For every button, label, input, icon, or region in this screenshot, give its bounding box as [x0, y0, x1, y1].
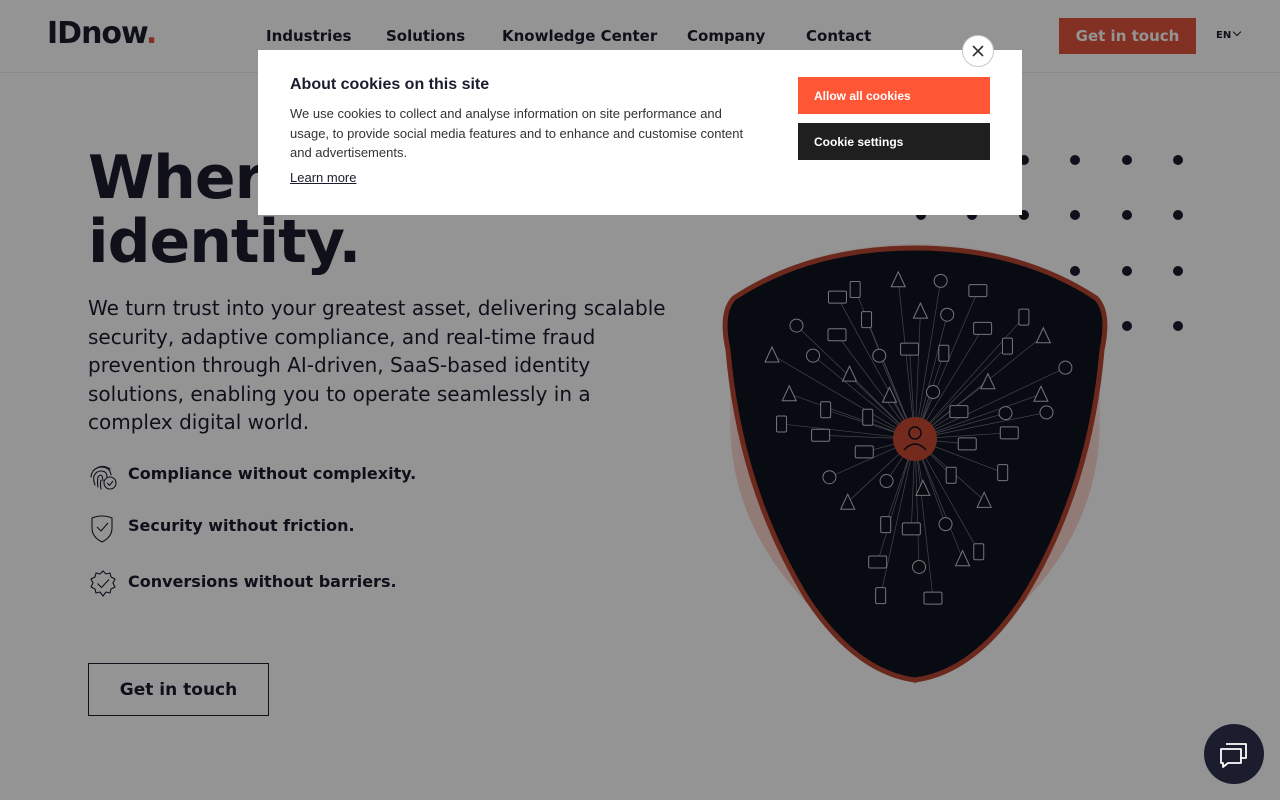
cookie-banner-title: About cookies on this site: [290, 76, 490, 93]
cookie-learn-more-link[interactable]: Learn more: [290, 170, 356, 185]
chat-icon: [1220, 743, 1247, 768]
cookie-settings-button[interactable]: Cookie settings: [798, 123, 990, 160]
chat-launcher-button[interactable]: [1204, 724, 1264, 784]
cookie-banner: About cookies on this site We use cookie…: [258, 50, 1022, 215]
cookie-banner-text: We use cookies to collect and analyse in…: [290, 106, 744, 160]
close-icon: [972, 45, 984, 57]
allow-all-cookies-button[interactable]: Allow all cookies: [798, 77, 990, 114]
cookie-close-button[interactable]: [962, 35, 994, 67]
